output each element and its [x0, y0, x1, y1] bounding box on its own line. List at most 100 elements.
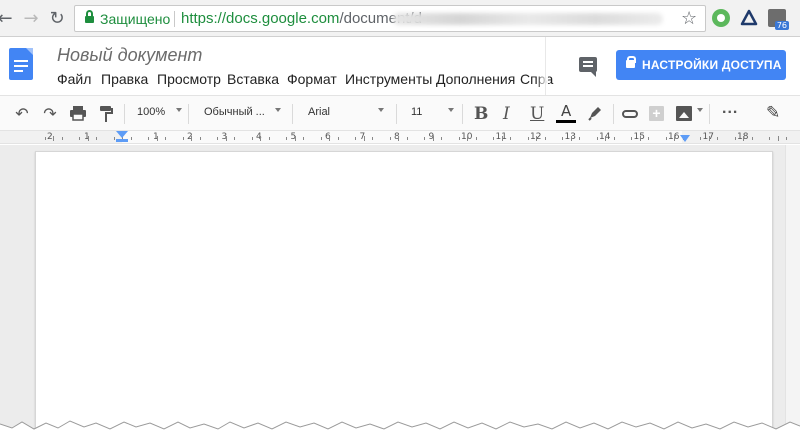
- ruler-tick: [303, 136, 304, 140]
- document-canvas: [0, 145, 800, 436]
- document-title[interactable]: Новый документ: [57, 45, 202, 66]
- ruler-tick: [338, 136, 339, 140]
- ruler-tick: [778, 135, 779, 141]
- share-button-label: НАСТРОЙКИ ДОСТУПА: [642, 58, 782, 72]
- text-color-button[interactable]: A: [556, 102, 576, 124]
- extension-green-icon[interactable]: [712, 9, 730, 27]
- ruler-tick: [424, 136, 425, 140]
- first-line-indent-handle[interactable]: [116, 139, 128, 142]
- font-select[interactable]: Arial: [308, 106, 330, 118]
- reload-icon[interactable]: ↻: [46, 8, 68, 30]
- ruler-tick: [571, 135, 572, 141]
- ruler-tick: [510, 136, 511, 140]
- comment-icon[interactable]: [579, 57, 597, 72]
- underline-button[interactable]: U: [530, 104, 544, 124]
- menu-file[interactable]: Файл: [57, 71, 91, 87]
- docs-logo-icon[interactable]: [9, 48, 33, 80]
- screen: ← → ↻ Защищено https://docs.google.com/d…: [0, 0, 800, 436]
- redo-icon[interactable]: ↷: [40, 105, 60, 123]
- url-blurred: [393, 13, 663, 25]
- share-button[interactable]: НАСТРОЙКИ ДОСТУПА: [616, 50, 786, 80]
- ruler-tick: [648, 136, 649, 140]
- italic-button[interactable]: I: [503, 104, 510, 124]
- insert-comment-icon[interactable]: +: [649, 106, 664, 121]
- chevron-down-icon: [378, 108, 384, 112]
- lock-icon: [626, 56, 636, 68]
- ruler-tick: [743, 135, 744, 141]
- ruler-tick: [226, 135, 227, 141]
- menu-addons[interactable]: Дополнения: [436, 71, 515, 87]
- font-size-select[interactable]: 11: [411, 106, 422, 118]
- menu-insert[interactable]: Вставка: [227, 71, 279, 87]
- chevron-down-icon: [697, 108, 703, 112]
- extension-triangle-icon[interactable]: [740, 9, 758, 27]
- formatting-toolbar: ↶ ↷ 100% Обычный ... Arial 11 B I U A + …: [0, 95, 800, 131]
- ruler-tick: [528, 136, 529, 140]
- menu-view[interactable]: Просмотр: [157, 71, 221, 87]
- ruler-tick: [329, 135, 330, 141]
- ruler: 21123456789101112131415161718: [0, 131, 800, 144]
- menu-tools[interactable]: Инструменты: [345, 71, 432, 87]
- ruler-tick: [364, 135, 365, 141]
- ruler-tick: [148, 136, 149, 140]
- forward-arrow-icon[interactable]: →: [20, 8, 42, 30]
- ruler-tick: [666, 136, 667, 140]
- ruler-tick: [191, 135, 192, 141]
- secure-label: Защищено: [100, 11, 171, 27]
- ruler-tick: [269, 136, 270, 140]
- ruler-tick: [597, 136, 598, 140]
- ruler-tick: [459, 136, 460, 140]
- link-icon[interactable]: [622, 110, 638, 118]
- ruler-tick: [355, 136, 356, 140]
- ruler-tick: [441, 136, 442, 140]
- ruler-tick: [700, 136, 701, 140]
- ruler-tick: [88, 135, 89, 141]
- editing-mode-pencil-icon[interactable]: ✎: [766, 103, 780, 123]
- ruler-tick: [234, 136, 235, 140]
- ruler-tick: [53, 135, 54, 141]
- paint-format-icon[interactable]: [96, 105, 116, 123]
- right-indent-handle[interactable]: [680, 135, 690, 142]
- back-arrow-icon[interactable]: ←: [0, 8, 16, 30]
- more-options-icon[interactable]: ...: [722, 100, 738, 118]
- ruler-tick: [717, 136, 718, 140]
- ruler-tick: [252, 136, 253, 140]
- document-page[interactable]: [35, 151, 773, 436]
- style-select[interactable]: Обычный ...: [204, 106, 265, 118]
- ruler-tick: [562, 136, 563, 140]
- ruler-tick: [605, 135, 606, 141]
- menu-edit[interactable]: Правка: [101, 71, 148, 87]
- ruler-tick: [260, 135, 261, 141]
- menu-format[interactable]: Формат: [287, 71, 337, 87]
- ruler-tick: [674, 135, 675, 141]
- ruler-tick: [752, 136, 753, 140]
- url-host: https://docs.google.com: [181, 10, 340, 27]
- ruler-tick: [407, 136, 408, 140]
- header-divider: [545, 37, 546, 95]
- undo-icon[interactable]: ↶: [12, 105, 32, 123]
- ruler-tick: [579, 136, 580, 140]
- scrollbar[interactable]: [785, 145, 800, 436]
- ruler-tick: [45, 136, 46, 140]
- ruler-tick: [295, 135, 296, 141]
- star-icon[interactable]: ☆: [681, 8, 697, 29]
- ruler-tick: [631, 136, 632, 140]
- highlight-pen-icon[interactable]: [586, 105, 604, 123]
- ruler-tick: [614, 136, 615, 140]
- text-color-letter: A: [561, 102, 572, 120]
- ruler-tick: [476, 136, 477, 140]
- zoom-select[interactable]: 100%: [137, 106, 165, 118]
- ruler-tick: [536, 135, 537, 141]
- left-indent-handle[interactable]: [116, 131, 128, 138]
- bold-button[interactable]: B: [474, 104, 488, 124]
- lock-icon: [85, 10, 94, 24]
- print-icon[interactable]: [68, 105, 88, 123]
- image-icon[interactable]: [676, 106, 692, 121]
- ruler-tick: [217, 136, 218, 140]
- url-text: https://docs.google.com/document/d: [181, 10, 422, 27]
- address-bar[interactable]: Защищено https://docs.google.com/documen…: [74, 5, 706, 32]
- ruler-tick: [131, 136, 132, 140]
- ruler-tick: [398, 135, 399, 141]
- browser-toolbar: ← → ↻ Защищено https://docs.google.com/d…: [0, 0, 800, 37]
- extension-badge-icon[interactable]: 76: [768, 9, 789, 30]
